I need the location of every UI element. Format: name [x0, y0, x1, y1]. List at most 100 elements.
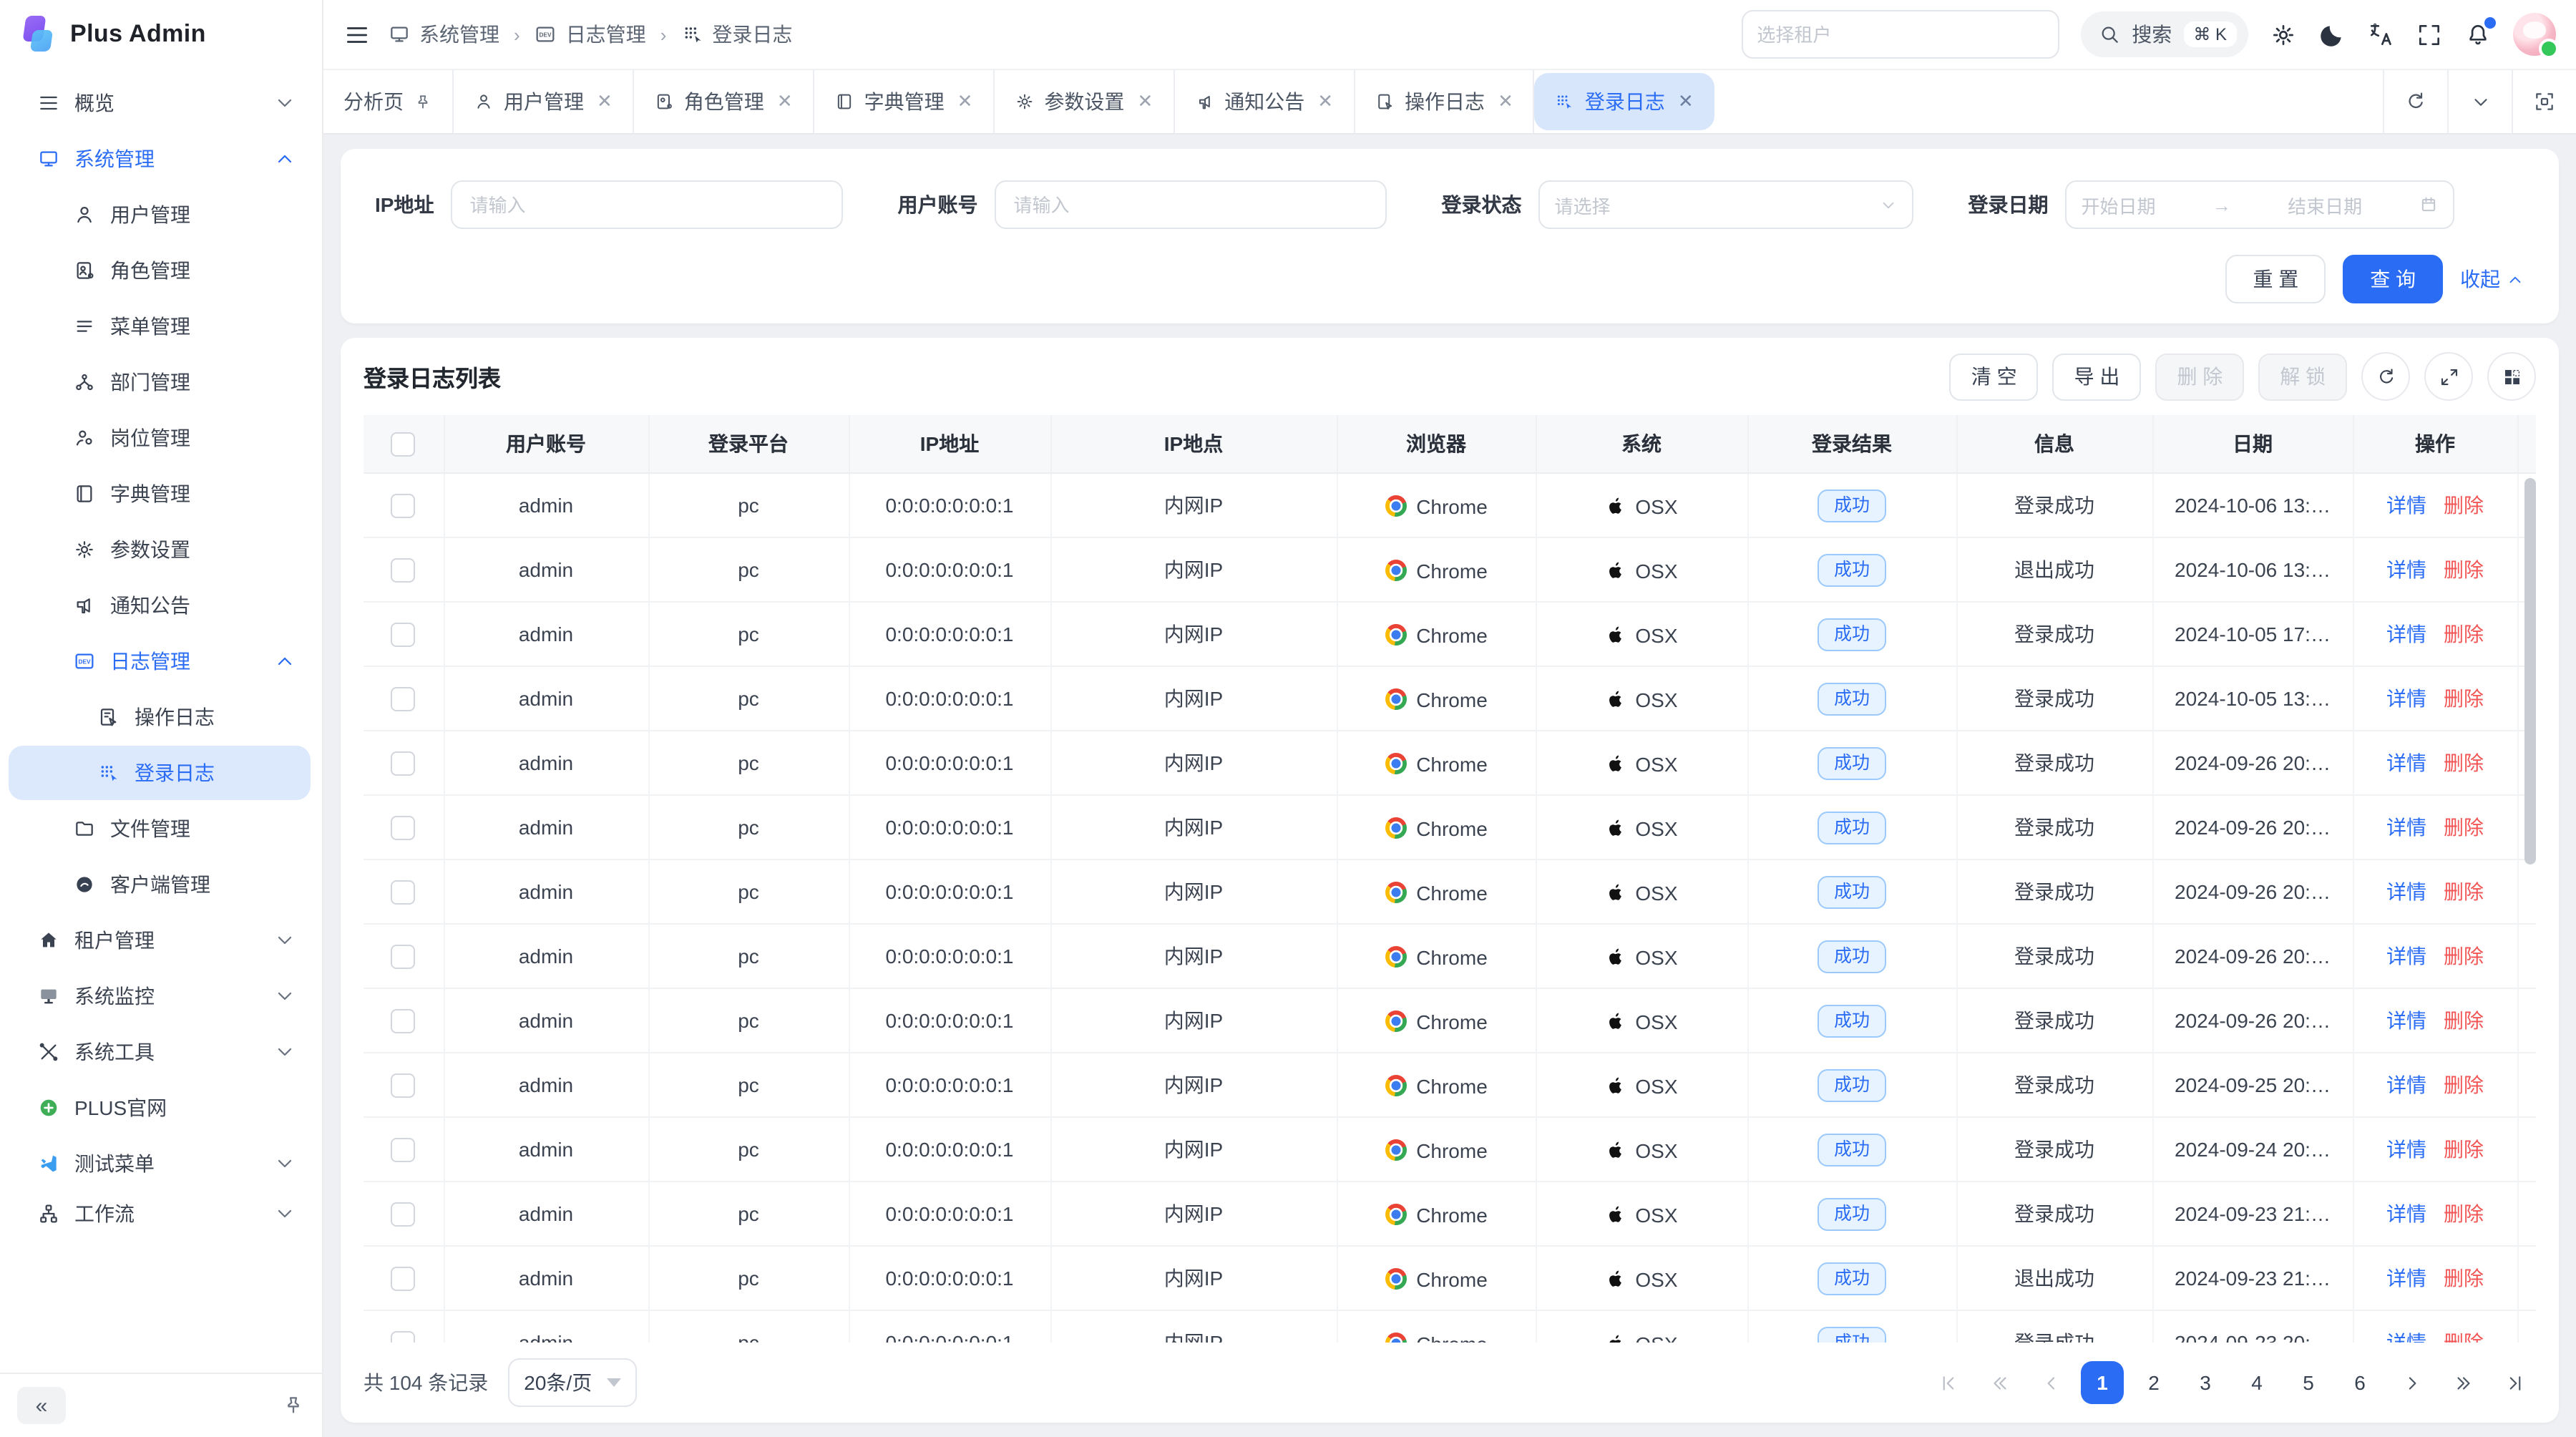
- detail-link[interactable]: 详情: [2386, 1331, 2426, 1343]
- delete-link[interactable]: 删除: [2444, 1138, 2484, 1161]
- delete-link[interactable]: 删除: [2444, 1331, 2484, 1343]
- refresh-icon[interactable]: [2361, 352, 2410, 401]
- global-search-button[interactable]: 搜索 ⌘ K: [2080, 11, 2248, 57]
- breadcrumb-log-mgmt[interactable]: DEV 日志管理: [535, 20, 646, 49]
- collapse-filters-link[interactable]: 收起: [2460, 265, 2524, 293]
- date-range-picker[interactable]: 开始日期 → 结束日期: [2065, 180, 2454, 229]
- sidebar-item-overview[interactable]: 概览: [9, 76, 311, 130]
- row-checkbox[interactable]: [391, 1202, 416, 1227]
- sidebar-item-file-mgmt[interactable]: 文件管理: [9, 802, 311, 856]
- sidebar-item-dept-mgmt[interactable]: 部门管理: [9, 355, 311, 409]
- row-checkbox[interactable]: [391, 1009, 416, 1033]
- next-page-button[interactable]: [2390, 1361, 2433, 1404]
- sidebar-item-system-mgmt[interactable]: 系统管理: [9, 132, 311, 186]
- sidebar-item-system-tools[interactable]: 系统工具: [9, 1025, 311, 1079]
- sidebar-item-param-settings[interactable]: 参数设置: [9, 522, 311, 577]
- sidebar-item-post-mgmt[interactable]: 岗位管理: [9, 411, 311, 465]
- page-number-button[interactable]: 3: [2184, 1361, 2227, 1404]
- sidebar-item-workflow[interactable]: 工作流: [9, 1192, 311, 1235]
- delete-link[interactable]: 删除: [2444, 623, 2484, 646]
- breadcrumb-system-mgmt[interactable]: 系统管理: [388, 20, 499, 49]
- breadcrumb-login-log[interactable]: 登录日志: [680, 20, 792, 49]
- tab-op-log[interactable]: 操作日志 ✕: [1355, 70, 1535, 133]
- translate-icon[interactable]: [2367, 21, 2394, 48]
- unlock-button[interactable]: 解 锁: [2258, 353, 2347, 400]
- close-icon[interactable]: ✕: [777, 90, 793, 113]
- status-filter-select[interactable]: 请选择: [1538, 180, 1913, 229]
- detail-link[interactable]: 详情: [2386, 816, 2426, 839]
- account-filter-input[interactable]: [1010, 193, 1371, 217]
- row-checkbox[interactable]: [391, 494, 416, 518]
- page-number-button[interactable]: 5: [2287, 1361, 2330, 1404]
- tab-notice[interactable]: 通知公告 ✕: [1174, 70, 1355, 133]
- column-settings-icon[interactable]: [2487, 352, 2536, 401]
- detail-link[interactable]: 详情: [2386, 880, 2426, 903]
- expand-icon[interactable]: [2424, 352, 2473, 401]
- export-button[interactable]: 导 出: [2053, 353, 2142, 400]
- page-size-select[interactable]: 20条/页: [508, 1358, 636, 1407]
- row-checkbox[interactable]: [391, 1138, 416, 1162]
- refresh-icon[interactable]: [2383, 70, 2447, 133]
- page-number-button[interactable]: 1: [2081, 1361, 2124, 1404]
- delete-link[interactable]: 删除: [2444, 494, 2484, 517]
- delete-link[interactable]: 删除: [2444, 945, 2484, 968]
- tab-user-mgmt[interactable]: 用户管理 ✕: [454, 70, 634, 133]
- page-number-button[interactable]: 2: [2132, 1361, 2175, 1404]
- first-page-button[interactable]: [1926, 1361, 1969, 1404]
- fullscreen-icon[interactable]: [2416, 21, 2443, 48]
- close-icon[interactable]: ✕: [1137, 90, 1153, 113]
- row-checkbox[interactable]: [391, 1073, 416, 1098]
- hamburger-icon[interactable]: [343, 21, 371, 48]
- user-avatar[interactable]: [2513, 13, 2556, 56]
- delete-link[interactable]: 删除: [2444, 1009, 2484, 1032]
- sidebar-item-notice[interactable]: 通知公告: [9, 578, 311, 633]
- page-number-button[interactable]: 6: [2338, 1361, 2381, 1404]
- close-icon[interactable]: ✕: [957, 90, 973, 113]
- delete-link[interactable]: 删除: [2444, 1202, 2484, 1225]
- sidebar-pin-icon[interactable]: [282, 1394, 305, 1417]
- close-icon[interactable]: ✕: [1498, 90, 1513, 113]
- sidebar-item-dict-mgmt[interactable]: 字典管理: [9, 467, 311, 521]
- sidebar-item-client-mgmt[interactable]: 客户端管理: [9, 857, 311, 912]
- close-icon[interactable]: ✕: [597, 90, 613, 113]
- row-checkbox[interactable]: [391, 1331, 416, 1343]
- tenant-select-input[interactable]: [1741, 10, 2059, 59]
- detail-link[interactable]: 详情: [2386, 751, 2426, 774]
- delete-link[interactable]: 删除: [2444, 558, 2484, 581]
- detail-link[interactable]: 详情: [2386, 623, 2426, 646]
- sidebar-item-role-mgmt[interactable]: 角色管理: [9, 243, 311, 298]
- page-number-button[interactable]: 4: [2235, 1361, 2278, 1404]
- chevron-down-icon[interactable]: [2447, 70, 2512, 133]
- query-button[interactable]: 查 询: [2343, 255, 2443, 303]
- sidebar-item-user-mgmt[interactable]: 用户管理: [9, 187, 311, 242]
- sidebar-item-tenant-mgmt[interactable]: 租户管理: [9, 913, 311, 968]
- row-checkbox[interactable]: [391, 1267, 416, 1291]
- forward-five-pages-button[interactable]: [2441, 1361, 2484, 1404]
- close-icon[interactable]: ✕: [1678, 90, 1694, 113]
- tab-dict-mgmt[interactable]: 字典管理 ✕: [814, 70, 995, 133]
- detail-link[interactable]: 详情: [2386, 1202, 2426, 1225]
- reset-button[interactable]: 重 置: [2225, 255, 2326, 303]
- delete-link[interactable]: 删除: [2444, 1073, 2484, 1096]
- tab-analysis[interactable]: 分析页: [323, 70, 454, 133]
- ip-filter-input[interactable]: [467, 193, 827, 217]
- row-checkbox[interactable]: [391, 880, 416, 905]
- prev-page-button[interactable]: [2029, 1361, 2072, 1404]
- detail-link[interactable]: 详情: [2386, 1267, 2426, 1290]
- sidebar-item-plus-site[interactable]: PLUS官网: [9, 1081, 311, 1135]
- detail-link[interactable]: 详情: [2386, 1138, 2426, 1161]
- delete-link[interactable]: 删除: [2444, 880, 2484, 903]
- detail-link[interactable]: 详情: [2386, 494, 2426, 517]
- clear-button[interactable]: 清 空: [1950, 353, 2039, 400]
- sidebar-collapse-button[interactable]: «: [17, 1387, 66, 1424]
- sidebar-item-login-log[interactable]: 登录日志: [9, 746, 311, 800]
- sidebar-item-log-mgmt[interactable]: DEV 日志管理: [9, 634, 311, 688]
- row-checkbox[interactable]: [391, 623, 416, 647]
- detail-link[interactable]: 详情: [2386, 558, 2426, 581]
- delete-link[interactable]: 删除: [2444, 687, 2484, 710]
- last-page-button[interactable]: [2493, 1361, 2536, 1404]
- row-checkbox[interactable]: [391, 751, 416, 776]
- sidebar-item-op-log[interactable]: 操作日志: [9, 690, 311, 744]
- row-checkbox[interactable]: [391, 558, 416, 583]
- delete-link[interactable]: 删除: [2444, 816, 2484, 839]
